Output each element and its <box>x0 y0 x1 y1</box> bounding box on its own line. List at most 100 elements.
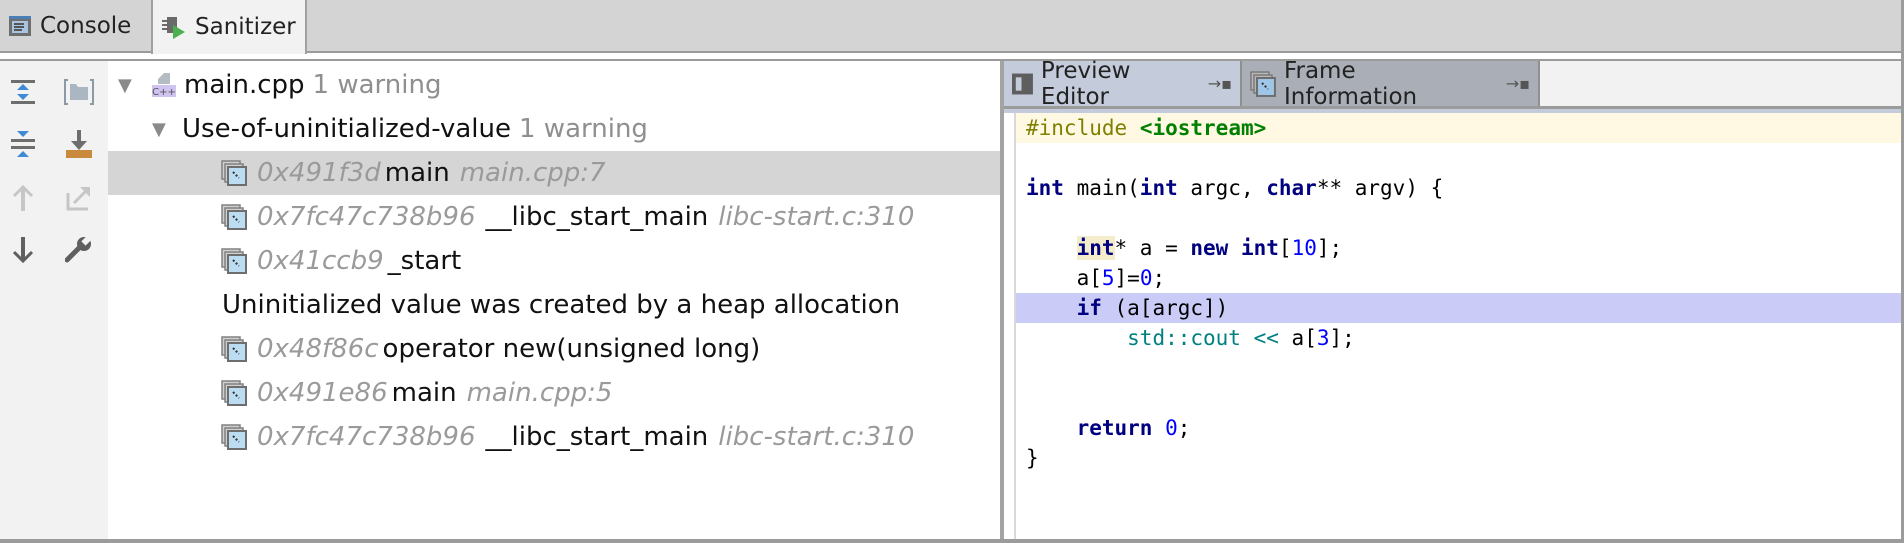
number-literal: 5 <box>1101 266 1115 290</box>
details-tab-bar: Preview Editor →▪ Frame Information →▪ <box>1004 58 1901 110</box>
number-literal: 3 <box>1316 326 1330 350</box>
origin-label-row[interactable]: Uninitialized value was created by a hea… <box>108 283 1000 327</box>
code-text: (a[argc]) <box>1101 296 1229 320</box>
frame-address: 0x491f3d <box>257 158 381 188</box>
keyword: char <box>1266 176 1317 200</box>
pin-tab-icon[interactable]: →▪ <box>1506 74 1530 93</box>
arrow-up-icon <box>12 185 34 211</box>
previous-occurrence-button[interactable] <box>6 181 40 215</box>
stack-frame-icon <box>221 380 247 406</box>
origin-frame-row[interactable]: 0x491e86 main main.cpp:5 <box>108 371 1000 415</box>
frame-function: _start <box>387 246 462 276</box>
number-literal: 10 <box>1291 236 1317 260</box>
keyword: if <box>1076 296 1102 320</box>
external-arrow-icon <box>66 187 90 211</box>
stack-frame-row[interactable]: 0x41ccb9 _start <box>108 239 1000 283</box>
namespace: std <box>1127 326 1166 350</box>
tab-frame-information[interactable]: Frame Information →▪ <box>1240 58 1540 110</box>
tree-node-category[interactable]: ▼ Use-of-uninitialized-value 1 warning <box>108 107 1000 151</box>
frame-function: main <box>384 158 450 188</box>
origin-frame-row[interactable]: 0x7fc47c738b96 __libc_start_main libc-st… <box>108 415 1000 459</box>
code-text: [ <box>1278 236 1292 260</box>
header-separator <box>0 53 1904 61</box>
keyword: int <box>1076 236 1115 260</box>
expand-caret-icon[interactable]: ▼ <box>152 119 176 140</box>
code-text: ]= <box>1114 266 1140 290</box>
code-text: ]; <box>1329 326 1355 350</box>
jump-to-source-button[interactable] <box>62 181 96 215</box>
code-text: } <box>1026 446 1039 470</box>
code-line: #include <iostream> <box>1016 113 1901 143</box>
code-line: int* a = new int[10]; <box>1016 233 1901 263</box>
collapse-all-icon <box>11 131 35 157</box>
stack-frame-row[interactable]: 0x7fc47c738b96 __libc_start_main libc-st… <box>108 195 1000 239</box>
origin-frame-row[interactable]: 0x48f86c operator new(unsigned long) <box>108 327 1000 371</box>
include-target: <iostream> <box>1139 116 1267 140</box>
number-literal: 0 <box>1165 416 1178 440</box>
frame-address: 0x7fc47c738b96 <box>257 422 476 452</box>
code-text: main( <box>1063 176 1140 200</box>
code-line: a[5]=0; <box>1016 263 1901 293</box>
frame-function: operator new(unsigned long) <box>382 334 761 364</box>
code-line: std::cout << a[3]; <box>1016 323 1901 353</box>
frame-address: 0x41ccb9 <box>257 246 384 276</box>
frame-address: 0x491e86 <box>257 378 388 408</box>
details-pane: Preview Editor →▪ Frame Information →▪ #… <box>1004 58 1901 539</box>
tab-console[interactable]: Console <box>0 0 151 52</box>
stack-frame-icon <box>221 336 247 362</box>
next-occurrence-button[interactable] <box>6 233 40 267</box>
download-tray-icon <box>66 130 92 158</box>
frame-location[interactable]: libc-start.c:310 <box>718 202 914 232</box>
arrow-down-icon <box>12 237 34 263</box>
code-text: ::cout <box>1165 326 1254 350</box>
stack-frame-row[interactable]: 0x491f3d main main.cpp:7 <box>108 151 1000 195</box>
frame-location[interactable]: libc-start.c:310 <box>718 422 914 452</box>
file-name: main.cpp <box>184 70 305 100</box>
tab-console-label: Console <box>40 13 132 39</box>
stack-frame-icon <box>221 204 247 230</box>
cpp-file-icon: C++ <box>152 73 176 98</box>
category-warning-count: 1 warning <box>519 114 648 144</box>
keyword: int <box>1026 176 1064 200</box>
tab-preview-editor[interactable]: Preview Editor →▪ <box>1004 58 1240 110</box>
collapse-all-button[interactable] <box>6 127 40 161</box>
frame-address: 0x48f86c <box>257 334 379 364</box>
frame-function: main <box>391 378 457 408</box>
frame-function: __libc_start_main <box>485 422 709 452</box>
code-text: argc, <box>1177 176 1267 200</box>
tab-sanitizer[interactable]: Sanitizer <box>151 0 307 54</box>
preview-panel-icon <box>1012 73 1033 94</box>
preprocessor-directive: #include <box>1026 116 1128 140</box>
frame-icon <box>1250 70 1276 97</box>
sanitizer-run-icon <box>162 17 185 39</box>
group-by-file-button[interactable] <box>62 75 96 109</box>
stack-frame-icon <box>221 248 247 274</box>
expand-caret-icon[interactable]: ▼ <box>118 75 142 96</box>
stack-frame-icon <box>221 424 247 450</box>
code-preview-editor[interactable]: #include <iostream> int main(int argc, c… <box>1004 113 1901 539</box>
tree-node-file[interactable]: ▼ C++ main.cpp 1 warning <box>108 63 1000 107</box>
keyword: int <box>1240 236 1279 260</box>
frame-location[interactable]: main.cpp:5 <box>467 378 613 408</box>
stack-frame-icon <box>221 160 247 186</box>
folder-bracket-icon <box>64 79 94 105</box>
settings-button[interactable] <box>62 233 96 267</box>
expand-all-button[interactable] <box>6 75 40 109</box>
export-button[interactable] <box>62 127 96 161</box>
pin-tab-icon[interactable]: →▪ <box>1208 74 1232 93</box>
origin-label: Uninitialized value was created by a hea… <box>222 290 901 320</box>
code-text: ; <box>1152 266 1166 290</box>
tab-sanitizer-label: Sanitizer <box>195 14 296 40</box>
code-text: * a = <box>1114 236 1191 260</box>
code-text: a[ <box>1278 326 1317 350</box>
category-name: Use-of-uninitialized-value <box>182 114 511 144</box>
frame-function: __libc_start_main <box>485 202 709 232</box>
frame-address: 0x7fc47c738b96 <box>257 202 476 232</box>
frame-location[interactable]: main.cpp:7 <box>460 158 606 188</box>
sanitizer-results-tree[interactable]: ▼ C++ main.cpp 1 warning ▼ Use-of-uninit… <box>108 61 1000 539</box>
